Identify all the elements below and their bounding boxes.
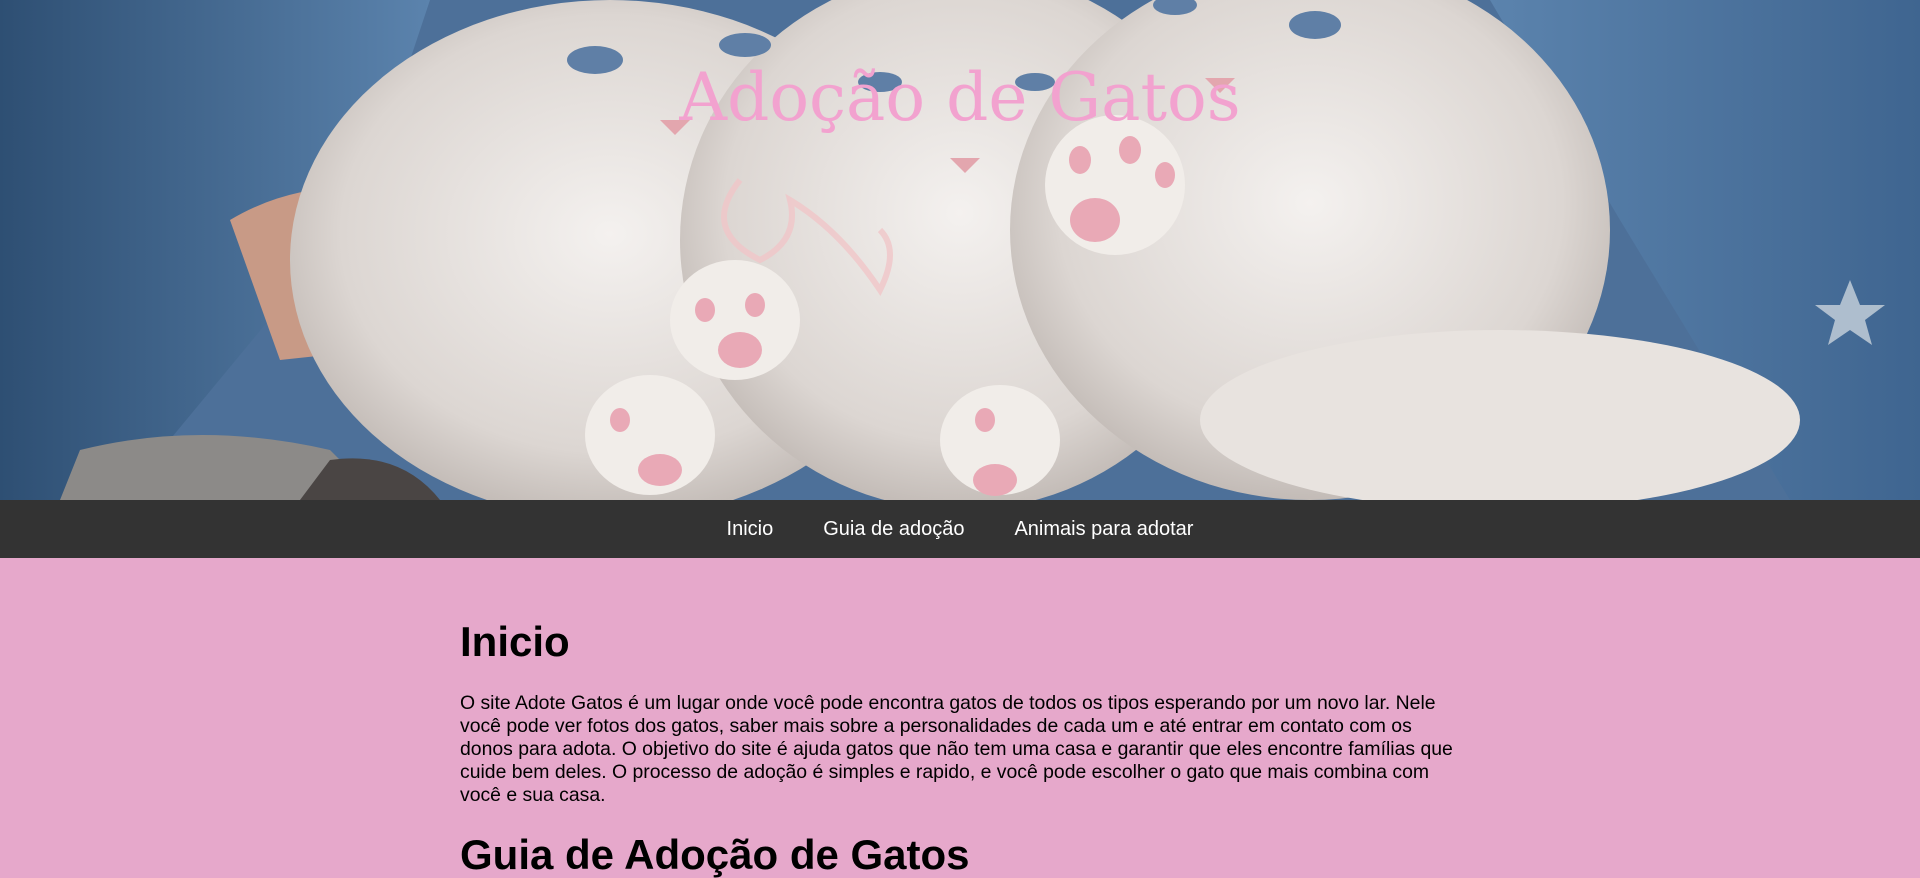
nav-link-animais-para-adotar[interactable]: Animais para adotar bbox=[989, 500, 1218, 558]
nav-link-inicio[interactable]: Inicio bbox=[702, 500, 799, 558]
main-content: Inicio O site Adote Gatos é um lugar ond… bbox=[0, 558, 1920, 878]
nav-link-guia-de-adocao[interactable]: Guia de adoção bbox=[798, 500, 989, 558]
site-title: Adoção de Gatos bbox=[679, 59, 1241, 136]
hero-banner: Adoção de Gatos bbox=[0, 0, 1920, 500]
section-body-inicio: O site Adote Gatos é um lugar onde você … bbox=[460, 692, 1453, 806]
main-navigation: Inicio Guia de adoção Animais para adota… bbox=[0, 500, 1920, 558]
section-heading-inicio: Inicio bbox=[460, 618, 570, 665]
content-column: Inicio O site Adote Gatos é um lugar ond… bbox=[460, 618, 1460, 878]
section-inicio: Inicio O site Adote Gatos é um lugar ond… bbox=[460, 618, 1460, 807]
section-heading-guia: Guia de Adoção de Gatos bbox=[460, 831, 970, 878]
section-guia: Guia de Adoção de Gatos bbox=[460, 831, 1460, 878]
